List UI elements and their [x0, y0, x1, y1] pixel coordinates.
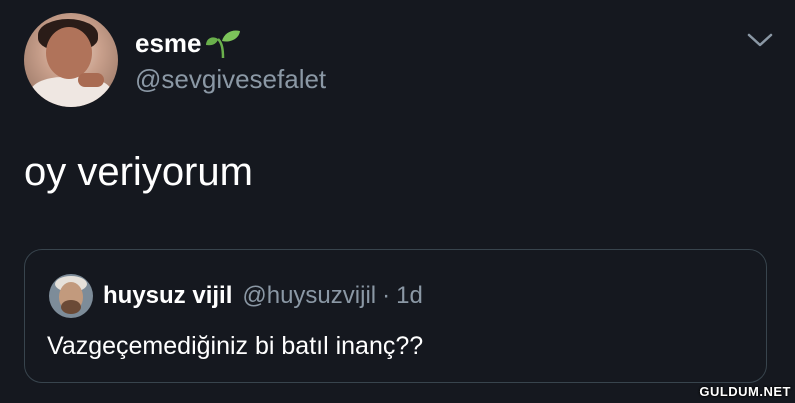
author-avatar[interactable] [24, 13, 118, 107]
author-name-row[interactable]: esme [135, 28, 242, 59]
quoted-tweet-header: huysuz vijil @huysuzvijil · 1d [103, 282, 423, 310]
avatar-hand [78, 73, 104, 87]
site-watermark: GULDUM.NET [699, 384, 791, 399]
avatar-face [46, 27, 92, 79]
author-display-name[interactable]: esme [135, 28, 202, 59]
quoted-separator: · [382, 282, 391, 309]
quoted-display-name[interactable]: huysuz vijil [103, 282, 232, 310]
tweet-text: oy veriyorum [24, 150, 253, 194]
quoted-timestamp[interactable]: 1d [396, 282, 423, 310]
author-handle[interactable]: @sevgivesefalet [135, 64, 326, 95]
chevron-down-icon[interactable] [746, 30, 774, 50]
quoted-handle[interactable]: @huysuzvijil [242, 282, 376, 310]
quoted-tweet-text: Vazgeçemediğiniz bi batıl inanç?? [47, 332, 424, 360]
quoted-author-avatar[interactable] [49, 274, 93, 318]
seedling-icon [205, 29, 240, 58]
quoted-tweet-card[interactable]: huysuz vijil @huysuzvijil · 1d Vazgeçeme… [24, 249, 767, 383]
quoted-avatar-beard [61, 300, 81, 314]
